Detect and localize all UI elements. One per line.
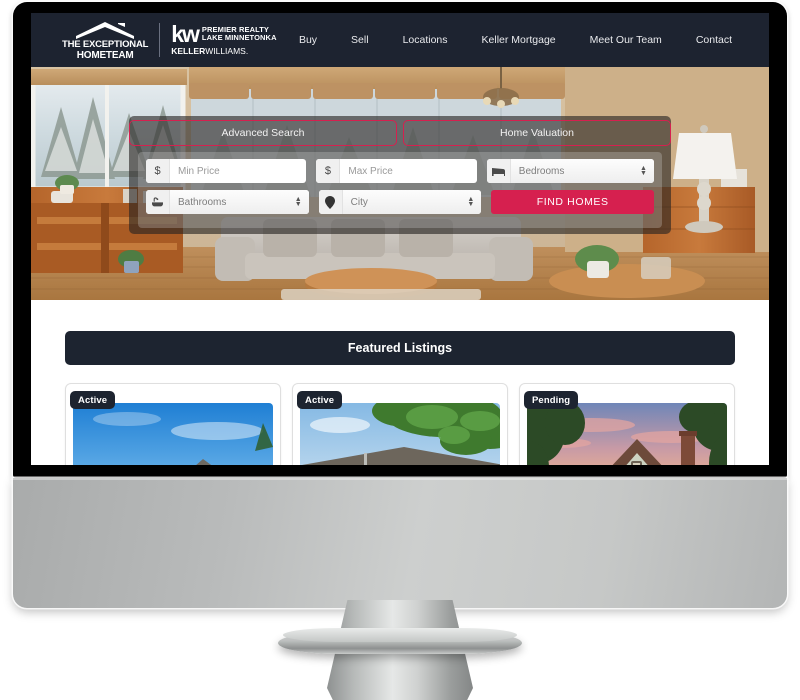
listings-grid: Active Active Pending <box>65 383 735 465</box>
find-homes-button[interactable]: FIND HOMES <box>491 190 655 214</box>
nav-item-buy[interactable]: Buy <box>299 29 317 51</box>
dollar-icon: $ <box>146 159 170 183</box>
keller-williams-logo: kw PREMIER REALTY LAKE MINNETONKA KELLER… <box>171 21 277 57</box>
nav-item-sell[interactable]: Sell <box>351 29 369 51</box>
nav-item-keller-mortgage[interactable]: Keller Mortgage <box>482 29 556 51</box>
kw-tagline-2: LAKE MINNETONKA <box>201 33 277 42</box>
monitor-screen: THE EXCEPTIONAL HOMETEAM kw PREMIER REAL… <box>31 13 769 465</box>
featured-listings-title: Featured Listings <box>65 331 735 365</box>
city-field[interactable]: City ▲ ▼ <box>318 190 482 214</box>
main-navigation: Buy Sell Locations Keller Mortgage Meet … <box>299 29 732 51</box>
select-stepper-icon: ▲ ▼ <box>467 196 475 208</box>
kw-keller-text: KELLER <box>171 46 206 56</box>
dollar-icon: $ <box>316 159 341 183</box>
bathrooms-select[interactable]: Bathrooms ▲ ▼ <box>170 190 309 214</box>
hero-section: Advanced Search Home Valuation $ Min Pri… <box>31 67 769 300</box>
logo-divider <box>159 23 161 57</box>
min-price-input[interactable]: Min Price <box>170 159 306 183</box>
kw-williams-text: WILLIAMS. <box>205 46 249 56</box>
nav-item-meet-our-team[interactable]: Meet Our Team <box>590 29 662 51</box>
select-stepper-icon: ▲ ▼ <box>294 196 302 208</box>
property-search-form: $ Min Price $ Max Price Bedrooms ▲ ▼ Bat… <box>138 152 662 228</box>
nav-item-contact[interactable]: Contact <box>696 29 732 51</box>
listing-card[interactable]: Pending <box>519 383 735 465</box>
listing-photo <box>527 403 727 465</box>
min-price-field[interactable]: $ Min Price <box>146 159 307 183</box>
max-price-field[interactable]: $ Max Price <box>316 159 477 183</box>
listing-photo <box>73 403 273 465</box>
logo-line-2: HOMETEAM <box>76 49 134 61</box>
site-header: THE EXCEPTIONAL HOMETEAM kw PREMIER REAL… <box>31 13 769 67</box>
nav-item-locations[interactable]: Locations <box>403 29 448 51</box>
listing-card[interactable]: Active <box>292 383 508 465</box>
bedrooms-select[interactable]: Bedrooms ▲ ▼ <box>510 159 654 183</box>
select-stepper-icon: ▲ ▼ <box>640 165 647 177</box>
site-logo[interactable]: THE EXCEPTIONAL HOMETEAM kw PREMIER REAL… <box>62 20 277 61</box>
kw-monogram: kw <box>171 21 200 47</box>
map-pin-icon <box>318 190 343 214</box>
search-form-row-2: Bathrooms ▲ ▼ City ▲ ▼ FIND HOMES <box>146 190 655 214</box>
status-badge: Active <box>297 391 343 409</box>
logo-line-1: THE EXCEPTIONAL <box>62 38 149 50</box>
search-form-row-1: $ Min Price $ Max Price Bedrooms ▲ ▼ <box>146 159 654 183</box>
tab-home-valuation[interactable]: Home Valuation <box>403 120 671 146</box>
status-badge: Pending <box>524 391 579 409</box>
status-badge: Active <box>70 391 116 409</box>
exceptional-hometeam-logo: THE EXCEPTIONAL HOMETEAM <box>62 20 148 61</box>
monitor-stand-base-top <box>283 628 517 642</box>
bedrooms-field[interactable]: Bedrooms ▲ ▼ <box>486 159 654 183</box>
bathtub-icon <box>146 190 170 214</box>
house-roof-icon <box>74 20 136 40</box>
listing-photo <box>300 403 500 465</box>
monitor-chin <box>13 478 787 608</box>
max-price-input[interactable]: Max Price <box>340 159 476 183</box>
city-select[interactable]: City ▲ ▼ <box>342 190 482 214</box>
tab-advanced-search-label: Advanced Search <box>221 127 305 139</box>
tab-home-valuation-label: Home Valuation <box>500 127 574 139</box>
tab-advanced-search[interactable]: Advanced Search <box>129 120 397 146</box>
listing-card[interactable]: Active <box>65 383 281 465</box>
bed-icon <box>486 159 511 183</box>
imac-monitor: THE EXCEPTIONAL HOMETEAM kw PREMIER REAL… <box>0 0 800 700</box>
search-tabs: Advanced Search Home Valuation <box>129 120 671 146</box>
featured-listings-section: Featured Listings Active Active Pending <box>31 300 769 465</box>
bathrooms-field[interactable]: Bathrooms ▲ ▼ <box>146 190 309 214</box>
